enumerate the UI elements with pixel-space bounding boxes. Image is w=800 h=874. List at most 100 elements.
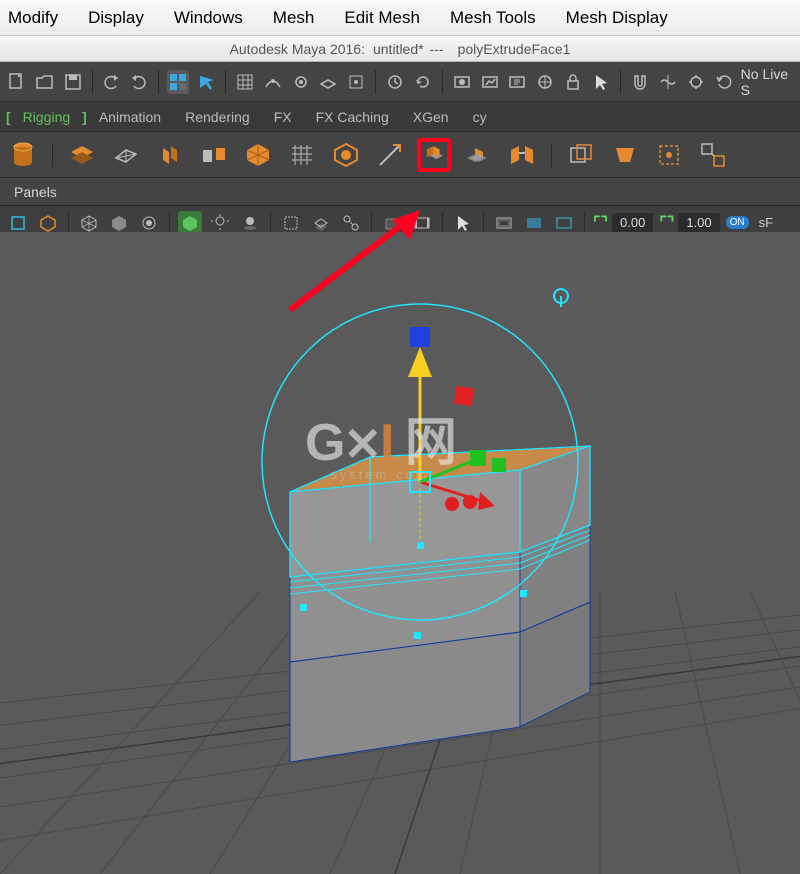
shelf-tabs: [ Rigging ] Animation Rendering FX FX Ca…	[0, 102, 800, 132]
render-settings-icon[interactable]	[507, 70, 529, 94]
separator	[620, 70, 621, 94]
snap-grid-icon[interactable]	[234, 70, 256, 94]
main-toolbar: No Live S	[0, 62, 800, 102]
poly-cube	[290, 446, 590, 762]
separator	[158, 70, 159, 94]
separator	[483, 211, 484, 235]
shelf-tab-cy[interactable]: cy	[461, 105, 499, 129]
viewport-3d[interactable]	[0, 232, 800, 874]
separator	[584, 211, 585, 235]
vp-shaded-icon[interactable]	[107, 211, 131, 235]
history-icon[interactable]	[412, 70, 434, 94]
shelf-tab-xgen[interactable]: XGen	[401, 105, 461, 129]
snap-toggle-icon[interactable]	[384, 70, 406, 94]
viewport-pull-handle[interactable]	[550, 287, 572, 314]
vp-xray-icon[interactable]	[309, 211, 333, 235]
save-scene-icon[interactable]	[62, 70, 84, 94]
separator	[442, 211, 443, 235]
shelf-tab-rigging[interactable]: Rigging	[11, 105, 82, 129]
app-title: Autodesk Maya 2016:	[230, 41, 365, 57]
snap-view-icon[interactable]	[345, 70, 367, 94]
vp-lights-icon[interactable]	[178, 211, 202, 235]
vp-wireframe-icon[interactable]	[77, 211, 101, 235]
vp-camera-icon[interactable]	[36, 211, 60, 235]
select-all-icon[interactable]	[195, 70, 217, 94]
cursor-icon[interactable]	[590, 70, 612, 94]
redo-icon[interactable]	[128, 70, 150, 94]
vp-pointer-icon[interactable]	[451, 211, 475, 235]
snap-point-icon[interactable]	[290, 70, 312, 94]
new-scene-icon[interactable]	[6, 70, 28, 94]
vp-grid-icon[interactable]	[380, 211, 404, 235]
vp-textured-icon[interactable]	[137, 211, 161, 235]
separator	[442, 70, 443, 94]
menu-mesh-tools[interactable]: Mesh Tools	[450, 8, 536, 28]
menu-mesh[interactable]: Mesh	[273, 8, 315, 28]
shelf-grid-icon[interactable]	[285, 138, 319, 172]
no-live-surface-label[interactable]: No Live S	[741, 66, 796, 98]
select-mode-icon[interactable]	[167, 70, 189, 94]
snap-plane-icon[interactable]	[317, 70, 339, 94]
open-scene-icon[interactable]	[34, 70, 56, 94]
shelf-collapse-icon[interactable]	[652, 138, 686, 172]
separator	[371, 211, 372, 235]
shelf-plane-icon[interactable]	[109, 138, 143, 172]
menu-edit-mesh[interactable]: Edit Mesh	[344, 8, 420, 28]
shelf-tab-fxcaching[interactable]: FX Caching	[304, 105, 401, 129]
window-title-bar: Autodesk Maya 2016: untitled* --- polyEx…	[0, 36, 800, 62]
shelf-tab-fx[interactable]: FX	[262, 105, 304, 129]
undo-icon[interactable]	[101, 70, 123, 94]
vp-joint-icon[interactable]	[339, 211, 363, 235]
shelf-cylinder-icon[interactable]	[6, 138, 40, 172]
shelf-smooth-icon[interactable]	[241, 138, 275, 172]
gamma-control[interactable]: ⌜⌝ 1.00	[659, 213, 719, 233]
magnet-icon[interactable]	[629, 70, 651, 94]
lock-icon[interactable]	[562, 70, 584, 94]
shelf-bevel-icon[interactable]	[461, 138, 495, 172]
shelf-layers-icon[interactable]	[65, 138, 99, 172]
doc-title: untitled*	[373, 41, 424, 57]
shelf-connect-icon[interactable]	[696, 138, 730, 172]
separator	[375, 70, 376, 94]
mac-menu-bar: Modify Display Windows Mesh Edit Mesh Me…	[0, 0, 800, 36]
vp-film-icon[interactable]	[410, 211, 434, 235]
shelf-edge-icon[interactable]	[373, 138, 407, 172]
vp-gate-icon[interactable]	[492, 211, 516, 235]
separator	[68, 211, 69, 235]
shelf-append-icon[interactable]	[564, 138, 598, 172]
shelf-bridge-icon[interactable]	[505, 138, 539, 172]
separator	[270, 211, 271, 235]
sym-x-icon[interactable]	[657, 70, 679, 94]
exposure-value[interactable]: 0.00	[612, 213, 653, 232]
shelf-extrude-icon[interactable]	[417, 138, 451, 172]
menu-windows[interactable]: Windows	[174, 8, 243, 28]
vp-select-icon[interactable]	[6, 211, 30, 235]
render-icon[interactable]	[451, 70, 473, 94]
vp-light-icon[interactable]	[208, 211, 232, 235]
refresh-icon[interactable]	[713, 70, 735, 94]
shelf-tab-animation[interactable]: Animation	[87, 105, 173, 129]
menu-display[interactable]: Display	[88, 8, 144, 28]
shelf-fill-icon[interactable]	[608, 138, 642, 172]
shelf-combine-icon[interactable]	[153, 138, 187, 172]
shelf-separate-icon[interactable]	[197, 138, 231, 172]
vp-isolate-icon[interactable]	[279, 211, 303, 235]
gamma-value[interactable]: 1.00	[678, 213, 719, 232]
snap-curve-icon[interactable]	[262, 70, 284, 94]
render-globals-icon[interactable]	[534, 70, 556, 94]
menu-modify[interactable]: Modify	[8, 8, 58, 28]
scene-svg	[0, 232, 800, 874]
exposure-control[interactable]: ⌜⌝ 0.00	[593, 213, 653, 233]
ipr-icon[interactable]	[479, 70, 501, 94]
vp-safe-icon[interactable]	[552, 211, 576, 235]
title-sep: ---	[430, 41, 444, 57]
sym-y-icon[interactable]	[685, 70, 707, 94]
vp-on-badge[interactable]: ON	[726, 216, 749, 229]
shelf-tab-rendering[interactable]: Rendering	[173, 105, 262, 129]
shelf-subdiv-icon[interactable]	[329, 138, 363, 172]
separator	[92, 70, 93, 94]
vp-res-icon[interactable]	[522, 211, 546, 235]
menu-mesh-display[interactable]: Mesh Display	[566, 8, 668, 28]
vp-shadow-icon[interactable]	[238, 211, 262, 235]
panels-label[interactable]: Panels	[14, 184, 57, 200]
